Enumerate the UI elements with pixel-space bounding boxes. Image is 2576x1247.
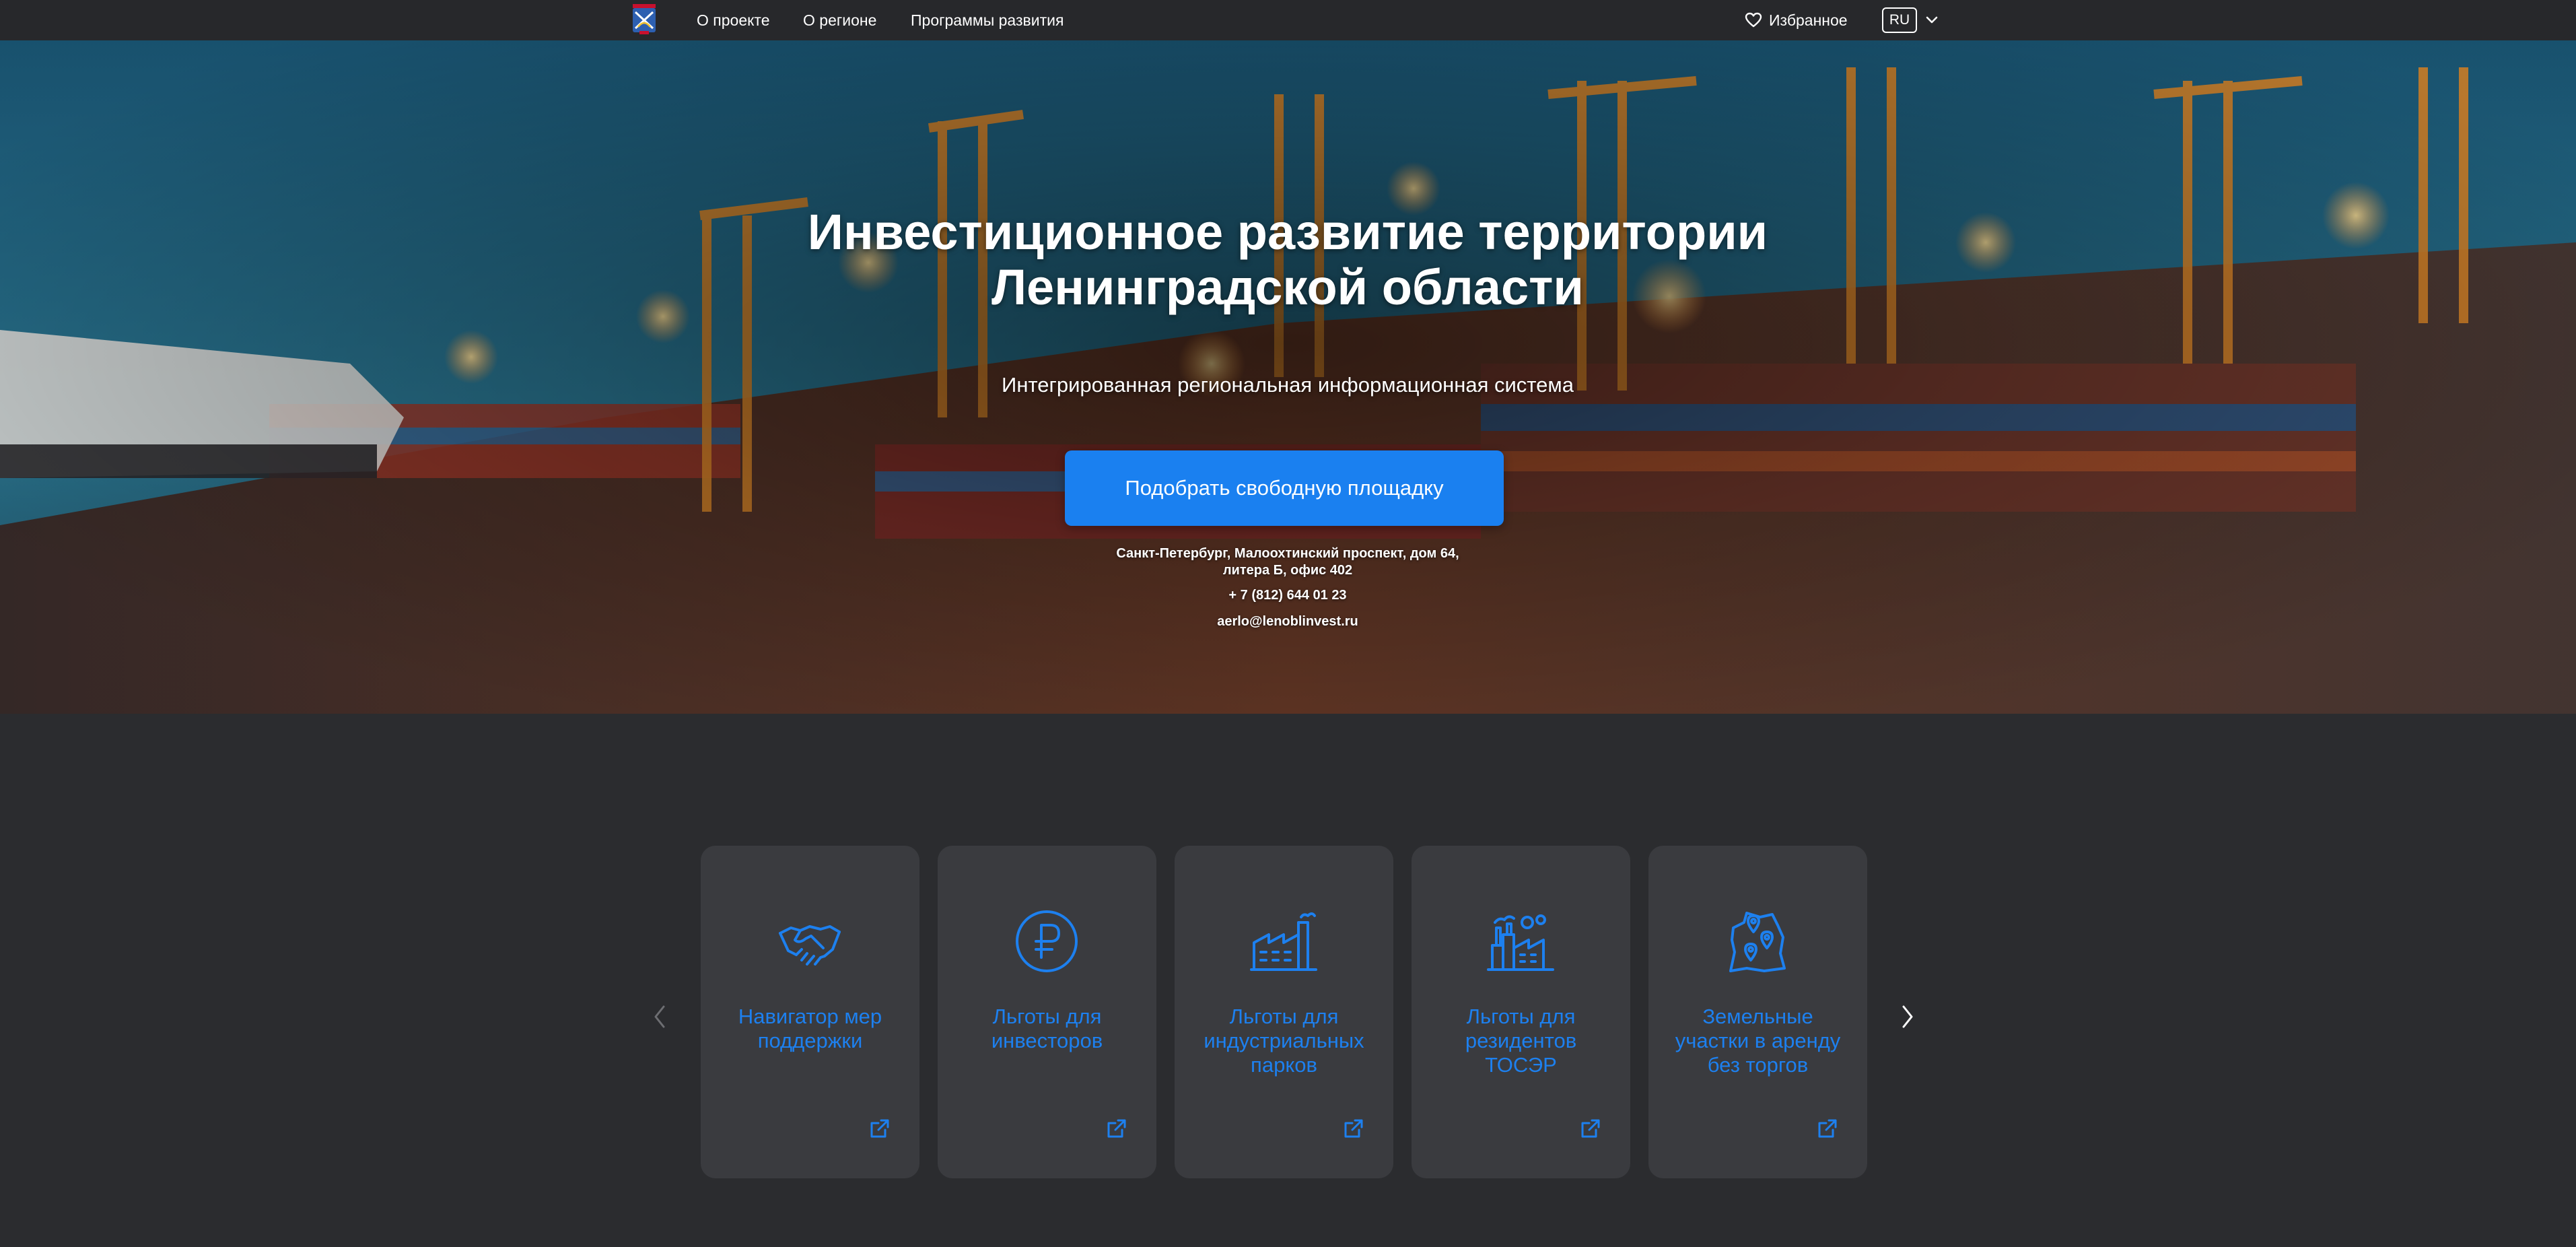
- hero-banner: Инвестиционное развитие территории Ленин…: [0, 40, 2576, 714]
- language-selector[interactable]: RU: [1882, 7, 1939, 34]
- carousel-prev-button[interactable]: [646, 997, 673, 1037]
- plant-icon: [1487, 914, 1554, 971]
- page: О проекте О регионе Программы развития И…: [0, 0, 2576, 1247]
- card-tosar-resident-benefits[interactable]: Льготы для резидентов ТОСЭР: [1412, 846, 1630, 1178]
- card-investor-benefits[interactable]: Льготы для инвесторов: [938, 846, 1156, 1178]
- nav-link-programs[interactable]: Программы развития: [911, 0, 1064, 40]
- card-land-lease-without-auction[interactable]: Земельные участки в аренду без торгов: [1648, 846, 1867, 1178]
- contact-address-line2: литера Б, офис 402: [1222, 563, 1353, 578]
- external-link-icon[interactable]: [1817, 1118, 1838, 1139]
- external-link-icon[interactable]: [1343, 1118, 1364, 1139]
- card-label: Земельные участки в аренду без торгов: [1675, 1005, 1841, 1077]
- nav-link-about[interactable]: О проекте: [697, 0, 770, 40]
- external-link-icon[interactable]: [1580, 1118, 1601, 1139]
- card-industrial-park-benefits[interactable]: Льготы для индустриальных парков: [1175, 846, 1393, 1178]
- map-pin-icon: [1729, 912, 1786, 972]
- factory-icon: [1250, 912, 1317, 971]
- card-support-navigator[interactable]: Навигатор мер поддержки: [701, 846, 919, 1178]
- ruble-icon: [1016, 910, 1078, 972]
- external-link-icon[interactable]: [1106, 1118, 1127, 1139]
- top-navigation: О проекте О регионе Программы развития И…: [0, 0, 2576, 40]
- heart-icon: [1745, 12, 1762, 28]
- find-site-button[interactable]: Подобрать свободную площадку: [1065, 450, 1504, 526]
- language-code: RU: [1882, 7, 1917, 33]
- chevron-down-icon: [1926, 16, 1938, 24]
- hero-subtitle: Интегрированная региональная информацион…: [1002, 373, 1574, 397]
- nav-link-region[interactable]: О регионе: [803, 0, 876, 40]
- favorites-button[interactable]: Избранное: [1745, 0, 1848, 40]
- card-label: Льготы для инвесторов: [991, 1005, 1103, 1052]
- contact-address-line1: Санкт-Петербург, Малоохтинский проспект,…: [1116, 546, 1459, 561]
- region-coat-of-arms-logo[interactable]: [631, 4, 657, 35]
- chevron-left-icon: [654, 1005, 665, 1028]
- contact-email[interactable]: aerlo@lenoblinvest.ru: [1018, 613, 1557, 630]
- chevron-right-icon: [1902, 1005, 1913, 1028]
- contact-address: Санкт-Петербург, Малоохтинский проспект,…: [1018, 545, 1557, 579]
- handshake-icon: [779, 925, 841, 966]
- card-label: Навигатор мер поддержки: [738, 1005, 882, 1052]
- external-link-icon[interactable]: [869, 1118, 891, 1139]
- hero-title-line2: Ленинградской области: [991, 259, 1584, 315]
- card-label: Льготы для индустриальных парков: [1204, 1005, 1364, 1077]
- contact-phone[interactable]: + 7 (812) 644 01 23: [1018, 587, 1557, 604]
- hero-title-line1: Инвестиционное развитие территории: [807, 204, 1768, 260]
- card-label: Льготы для резидентов ТОСЭР: [1465, 1005, 1577, 1077]
- hero-title: Инвестиционное развитие территории Ленин…: [682, 205, 1893, 315]
- carousel-next-button[interactable]: [1894, 997, 1921, 1037]
- favorites-label: Избранное: [1769, 11, 1848, 29]
